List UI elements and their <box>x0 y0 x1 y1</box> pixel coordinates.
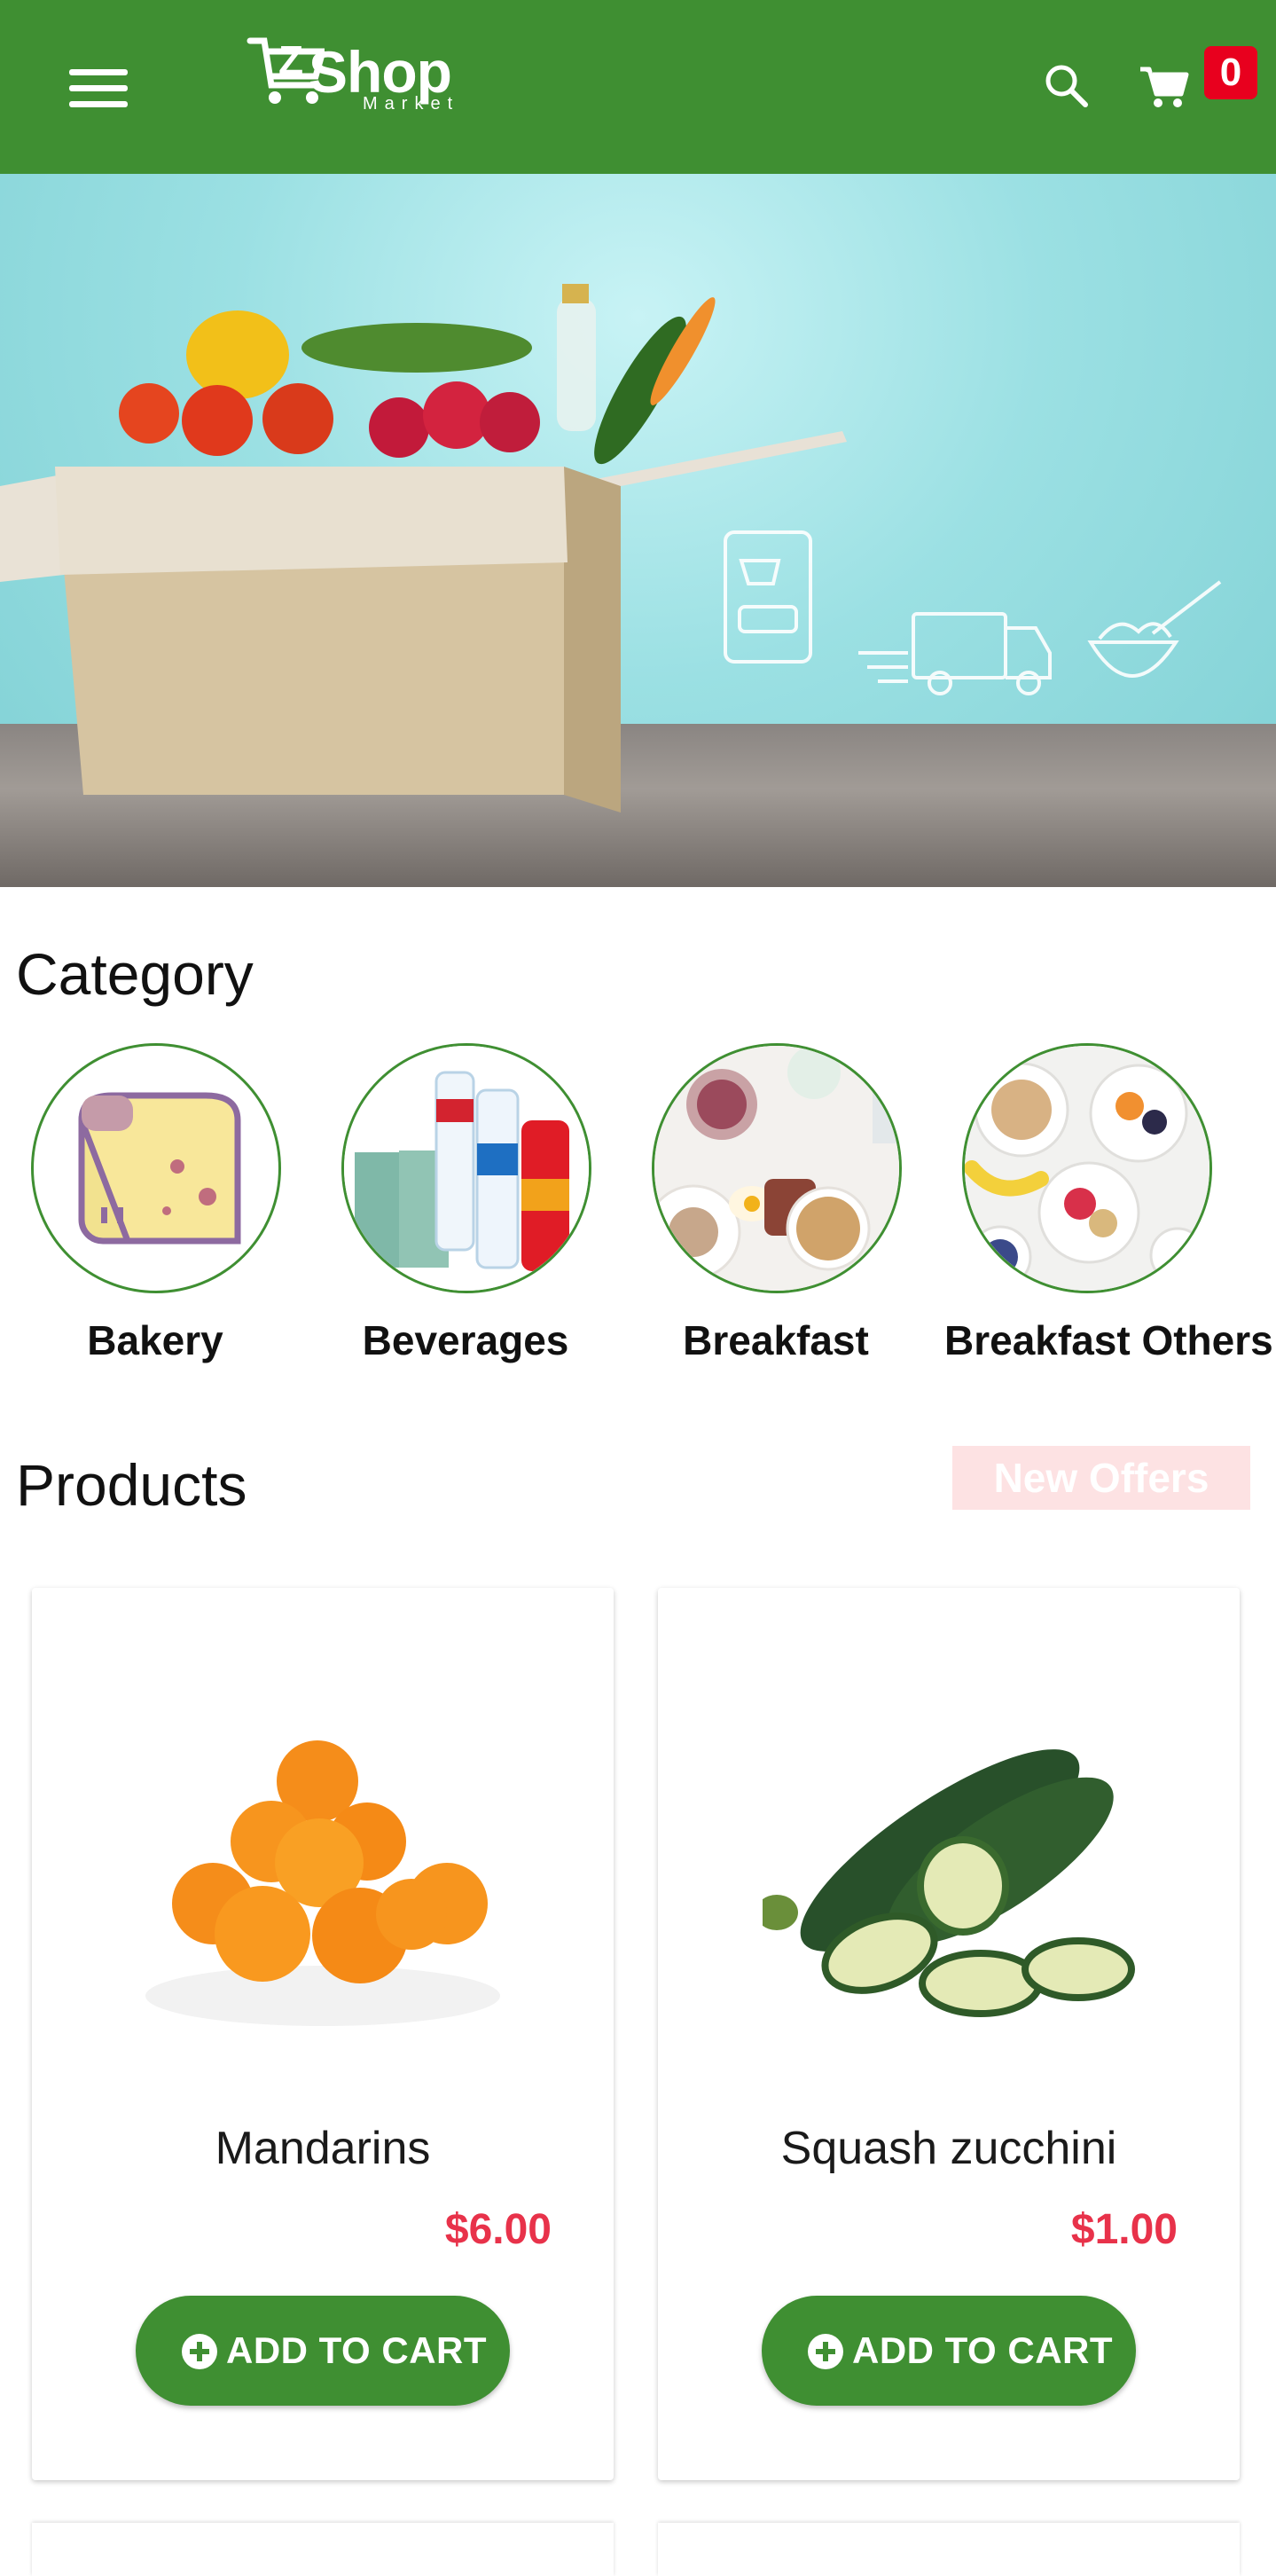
product-card-peek[interactable] <box>32 2523 614 2576</box>
product-card[interactable]: Squash zucchini $1.00 ADD TO CART <box>658 1588 1240 2480</box>
category-breakfast-others[interactable]: Breakfast Others <box>944 1043 1273 1380</box>
breakfast-photo <box>652 1043 902 1293</box>
category-label: Breakfast <box>683 1317 869 1363</box>
hamburger-menu-icon[interactable] <box>69 69 128 108</box>
mandarins-photo <box>137 1703 509 2040</box>
cart-icon[interactable] <box>1139 64 1192 110</box>
drinks-photo <box>341 1043 591 1293</box>
add-to-cart-label: ADD TO CART <box>226 2329 488 2371</box>
products-heading: Products <box>16 1452 247 1518</box>
add-to-cart-button[interactable]: ADD TO CART <box>762 2296 1136 2406</box>
category-label: Bakery <box>87 1317 223 1363</box>
plus-circle-icon <box>182 2334 217 2369</box>
zucchini-photo <box>755 1703 1135 2040</box>
category-label: Beverages <box>362 1317 569 1363</box>
new-offers-button[interactable]: New Offers <box>952 1446 1250 1510</box>
product-price: $6.00 <box>444 2206 552 2253</box>
category-bakery[interactable]: Bakery <box>13 1043 297 1380</box>
add-to-cart-button[interactable]: ADD TO CART <box>136 2296 510 2406</box>
add-to-cart-label: ADD TO CART <box>852 2329 1114 2371</box>
grocery-box-image <box>0 284 1222 813</box>
product-price: $1.00 <box>1070 2206 1178 2253</box>
product-name[interactable]: Mandarins <box>32 2122 614 2175</box>
logo-text: Shop <box>309 39 452 105</box>
ezshop-logo[interactable]: Z Shop Market <box>245 34 528 122</box>
logo-subtitle: Market <box>363 94 460 114</box>
hero-banner[interactable] <box>0 174 1276 887</box>
svg-text:Z: Z <box>278 37 303 83</box>
search-icon[interactable] <box>1043 62 1089 108</box>
product-card-peek[interactable] <box>658 2523 1240 2576</box>
product-name[interactable]: Squash zucchini <box>658 2122 1240 2175</box>
category-breakfast[interactable]: Breakfast <box>634 1043 918 1380</box>
bread-icon <box>31 1043 281 1293</box>
cart-count-badge[interactable]: 0 <box>1204 46 1257 99</box>
fruit-bowls-photo <box>962 1043 1212 1293</box>
product-card[interactable]: Mandarins $6.00 ADD TO CART <box>32 1588 614 2480</box>
category-beverages[interactable]: Beverages <box>324 1043 607 1380</box>
category-label: Breakfast Others <box>944 1317 1273 1363</box>
category-heading: Category <box>16 941 254 1007</box>
plus-circle-icon <box>808 2334 843 2369</box>
app-header: Z Shop Market 0 <box>0 0 1276 174</box>
